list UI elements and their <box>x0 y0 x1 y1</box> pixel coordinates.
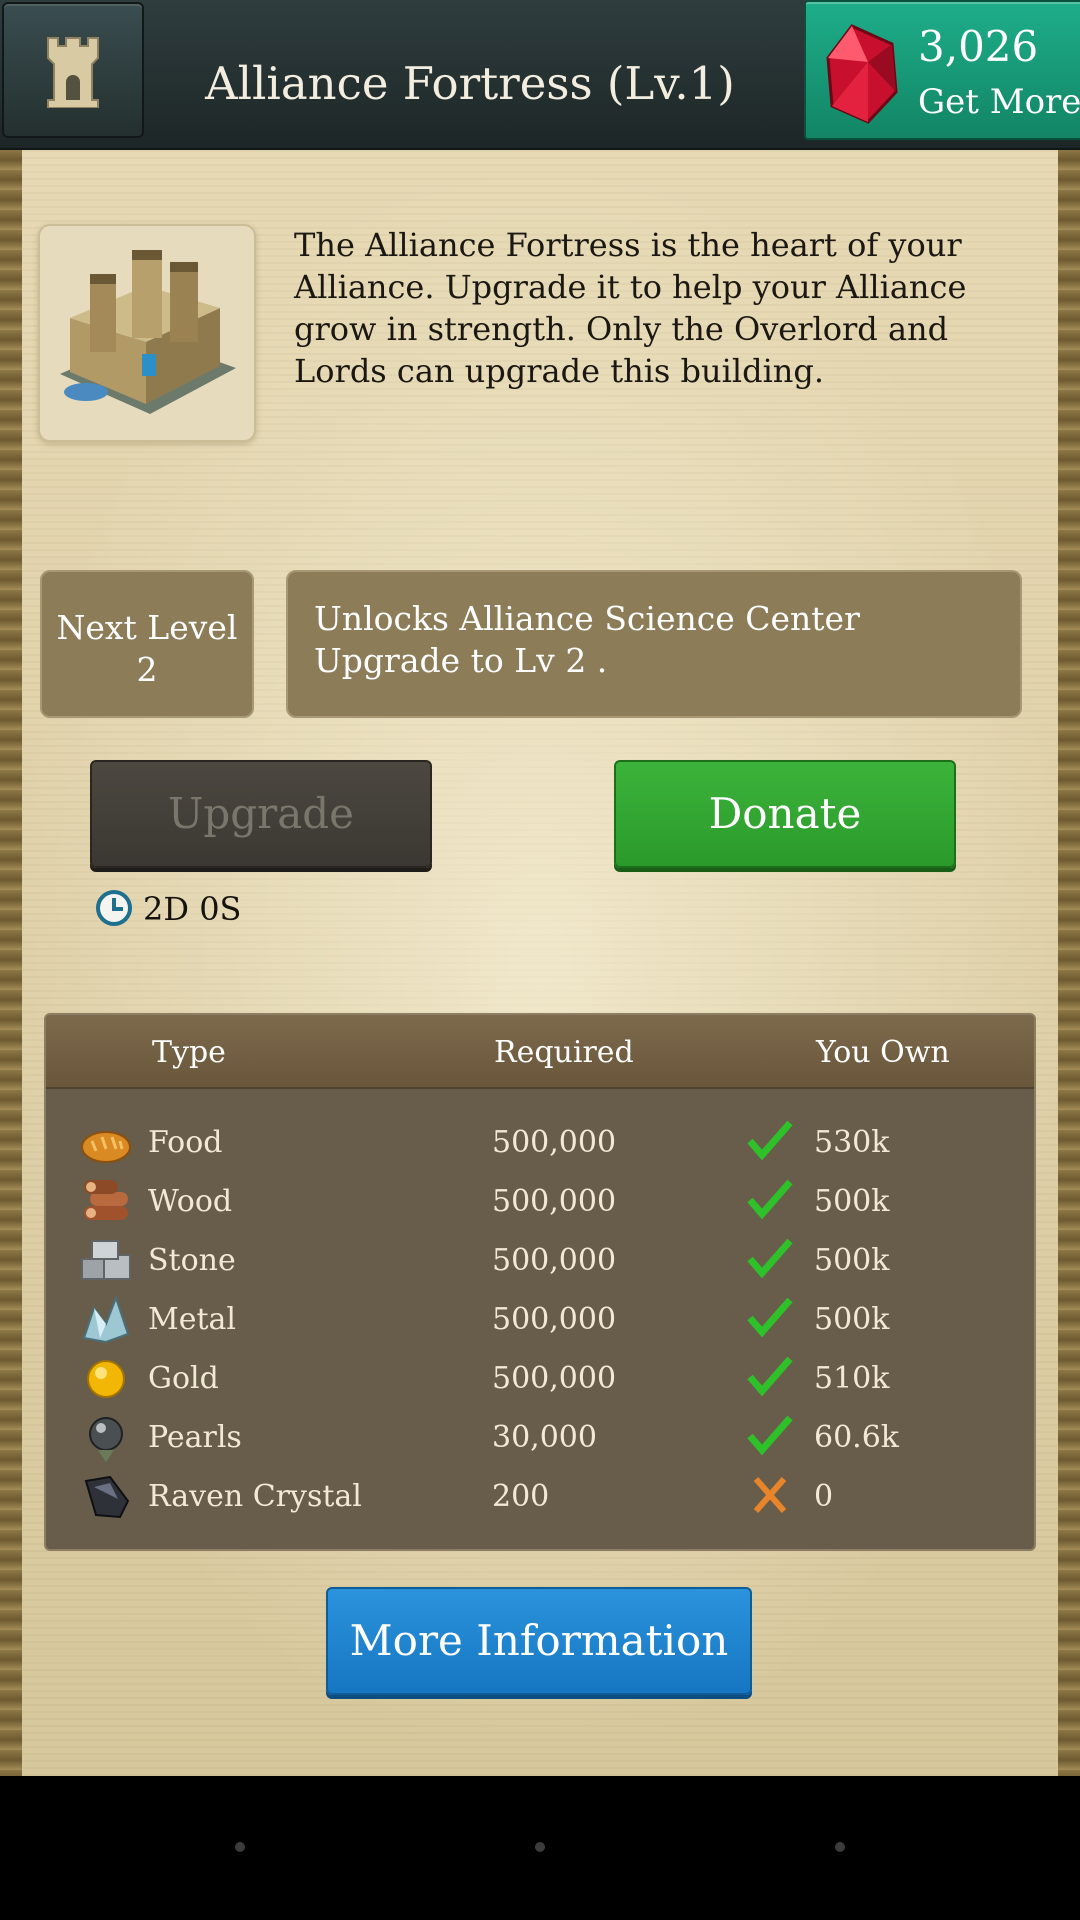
resource-name: Raven Crystal <box>148 1479 362 1514</box>
table-header: Type Required You Own <box>46 1015 1034 1089</box>
get-more-gems-button[interactable]: 3,026 Get More <box>804 0 1080 140</box>
building-description: The Alliance Fortress is the heart of yo… <box>294 226 967 390</box>
required-amount: 500,000 <box>492 1361 617 1396</box>
next-level-value: 2 <box>136 650 158 689</box>
clock-icon <box>96 890 132 926</box>
check-icon <box>747 1297 793 1338</box>
resource-name: Food <box>148 1125 223 1160</box>
next-level-box: Next Level 2 <box>40 570 254 718</box>
table-row: Gold 500,000 510k <box>46 1349 1034 1408</box>
upgrade-timer: 2D 0S <box>143 890 242 928</box>
required-amount: 500,000 <box>492 1125 617 1160</box>
table-row: Pearls 30,000 60.6k <box>46 1408 1034 1467</box>
owned-amount: 60.6k <box>814 1420 899 1455</box>
pearls-icon <box>89 1417 123 1462</box>
owned-amount: 500k <box>814 1243 890 1278</box>
owned-amount: 530k <box>814 1125 890 1160</box>
owned-amount: 500k <box>814 1302 890 1337</box>
resource-name: Pearls <box>148 1420 242 1455</box>
gem-count: 3,026 <box>918 22 1039 71</box>
resource-name: Wood <box>148 1184 233 1219</box>
column-required: Required <box>494 1035 634 1070</box>
required-amount: 500,000 <box>492 1302 617 1337</box>
resource-name: Gold <box>148 1361 219 1396</box>
nav-recents-button[interactable] <box>835 1842 845 1852</box>
required-amount: 200 <box>492 1479 550 1514</box>
check-icon <box>747 1179 793 1220</box>
upgrade-button[interactable]: Upgrade <box>90 760 432 868</box>
unlock-text: Unlocks Alliance Science Center Upgrade … <box>314 599 860 680</box>
owned-amount: 500k <box>814 1184 890 1219</box>
required-amount: 500,000 <box>492 1184 617 1219</box>
raven-crystal-icon <box>84 1475 130 1519</box>
check-icon <box>747 1415 793 1456</box>
unlock-info-box: Unlocks Alliance Science Center Upgrade … <box>286 570 1022 718</box>
column-you-own: You Own <box>816 1035 950 1070</box>
resource-name: Stone <box>148 1243 236 1278</box>
food-icon <box>81 1131 131 1163</box>
nav-home-button[interactable] <box>535 1842 545 1852</box>
resource-name: Metal <box>148 1302 237 1337</box>
top-bar: Alliance Fortress (Lv.1) 3,026 Get More <box>0 0 1080 152</box>
donate-button[interactable]: Donate <box>614 760 956 868</box>
stone-icon <box>81 1240 131 1280</box>
table-row: Raven Crystal 200 0 <box>46 1467 1034 1526</box>
column-type: Type <box>152 1035 226 1070</box>
fortress-home-button[interactable] <box>2 2 144 138</box>
wood-icon <box>84 1180 128 1220</box>
requirements-table: Type Required You Own Food 500,000 530k … <box>44 1013 1036 1551</box>
tower-icon <box>47 37 99 108</box>
page-title: Alliance Fortress (Lv.1) <box>205 57 735 110</box>
table-row: Food 500,000 530k <box>46 1113 1034 1172</box>
check-icon <box>747 1120 793 1161</box>
right-rope-border <box>1058 150 1080 1776</box>
check-icon <box>747 1356 793 1397</box>
table-row: Wood 500,000 500k <box>46 1172 1034 1231</box>
owned-amount: 510k <box>814 1361 890 1396</box>
table-row: Stone 500,000 500k <box>46 1231 1034 1290</box>
left-rope-border <box>0 150 22 1776</box>
check-icon <box>747 1238 793 1279</box>
required-amount: 30,000 <box>492 1420 597 1455</box>
metal-icon <box>82 1295 130 1344</box>
gold-icon <box>87 1360 125 1398</box>
required-amount: 500,000 <box>492 1243 617 1278</box>
get-more-label: Get More <box>918 82 1080 122</box>
owned-amount: 0 <box>814 1479 834 1514</box>
next-level-label: Next Level <box>56 608 238 647</box>
nav-back-button[interactable] <box>235 1842 245 1852</box>
table-row: Metal 500,000 500k <box>46 1290 1034 1349</box>
more-information-button[interactable]: More Information <box>326 1587 752 1695</box>
fortress-building-icon <box>60 250 236 414</box>
cross-icon <box>753 1477 787 1513</box>
ruby-gem-icon <box>826 24 898 124</box>
building-thumbnail <box>38 224 256 442</box>
